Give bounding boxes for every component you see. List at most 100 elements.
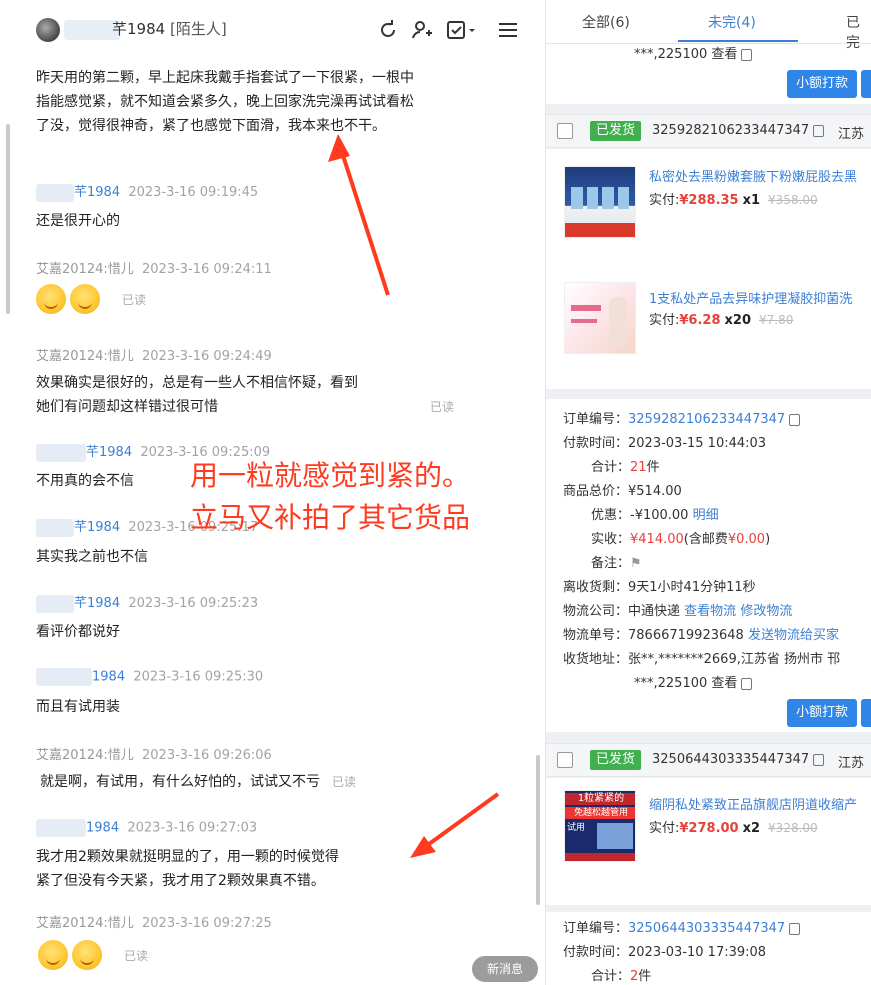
send-logistics-link[interactable]: 发送物流给买家 — [748, 628, 839, 643]
message-time: 2023-3-16 09:25:30 — [133, 669, 264, 685]
order-checkbox[interactable] — [557, 123, 573, 139]
more-button[interactable] — [861, 70, 871, 98]
product-thumbnail[interactable]: 1粒紧紧的 免越松越管用 试用 — [564, 790, 636, 862]
chat-header: 芊1984 [陌生人] — [0, 0, 545, 62]
message-meta: 艾嘉20124:惜儿 2023-3-16 09:26:06 — [36, 744, 272, 763]
product-thumbnail[interactable] — [564, 166, 636, 238]
sender-name: 芊1984 — [74, 596, 121, 611]
copy-icon[interactable] — [813, 753, 825, 766]
refresh-icon[interactable] — [376, 18, 400, 42]
emoji-message: 已读 — [36, 284, 146, 314]
sender-name: 芊1984 — [74, 185, 121, 200]
order-city: 江苏 — [838, 127, 865, 142]
message-time: 2023-3-16 09:19:45 — [128, 185, 259, 200]
message-meta: 艾嘉20124:惜儿 2023-3-16 09:24:11 — [36, 258, 272, 277]
copy-icon[interactable] — [741, 677, 753, 690]
tab-unfinished[interactable]: 未完(4) — [708, 12, 756, 32]
remark: 备注：⚑ — [591, 556, 642, 571]
more-button[interactable] — [861, 699, 871, 727]
message-text: 而且有试用装 — [36, 699, 120, 715]
annotation-text: 立马又补拍了其它货品 — [190, 501, 471, 534]
discount: 优惠：-¥100.00 明细 — [591, 508, 719, 523]
order-products: 1粒紧紧的 免越松越管用 试用 缩阴私处紧致正品旗舰店阴道收缩产 实付:¥278… — [546, 778, 871, 905]
product-thumbnail[interactable] — [564, 282, 636, 354]
tab-finished[interactable]: 已完 — [846, 12, 871, 52]
copy-icon[interactable] — [813, 124, 825, 137]
edit-logistics-link[interactable]: 修改物流 — [740, 604, 792, 619]
contact-name: 芊1984 — [112, 20, 166, 38]
order-number: 3250644303335447347 — [652, 752, 825, 767]
product-name[interactable]: 缩阴私处紧致正品旗舰店阴道收缩产 — [649, 794, 871, 813]
orders-panel: ***,225100 查看 小额打款 已发货 32592821062334473… — [545, 0, 871, 985]
sender-name: 1984 — [92, 669, 126, 685]
message-text: 就是啊，有试用，有什么好怕的，试试又不亏 已读 — [40, 774, 357, 790]
tab-underline — [678, 40, 798, 42]
read-status: 已读 — [122, 292, 147, 307]
contact-tag: [陌生人] — [169, 20, 227, 38]
message-time: 2023-3-16 09:27:25 — [142, 916, 272, 931]
copy-icon[interactable] — [789, 413, 801, 426]
checklist-dropdown-icon[interactable] — [445, 18, 479, 42]
grin-emoji-icon — [72, 940, 102, 970]
message-time: 2023-3-16 09:24:49 — [142, 349, 272, 364]
tab-all[interactable]: 全部(6) — [582, 12, 630, 32]
flag-icon[interactable]: ⚑ — [630, 556, 642, 571]
address: 收货地址：张**,*******2669,江苏省 扬州市 邗 — [563, 652, 841, 667]
smile-emoji-icon — [36, 284, 66, 314]
thumbnail-text: 1粒紧紧的 — [565, 793, 635, 805]
avatar[interactable] — [36, 18, 60, 42]
order-checkbox[interactable] — [557, 752, 573, 768]
new-message-button[interactable]: 新消息 — [472, 956, 538, 982]
tracking: 物流单号：78666719923648 发送物流给买家 — [563, 628, 839, 643]
message-line: 紧了但没有今天紧，我才用了2颗效果真不错。 — [36, 873, 325, 889]
message-line: 她们有问题却这样错过很可惜 — [36, 399, 218, 415]
sender-name: 艾嘉20124:惜儿 — [36, 349, 134, 364]
order-header: 已发货 3259282106233447347 江苏 — [546, 114, 871, 148]
sender-name: 1984 — [86, 820, 120, 836]
message-line: 效果确实是很好的，总是有一些人不相信怀疑，看到 — [36, 375, 358, 391]
countdown: 离收货剩：9天1小时41分钟11秒 — [563, 580, 756, 595]
grin-emoji-icon — [38, 940, 68, 970]
menu-icon[interactable] — [496, 18, 520, 42]
sender-name: 艾嘉20124:惜儿 — [36, 916, 134, 931]
emoji-message: 已读 — [38, 940, 148, 970]
scrollbar[interactable] — [6, 124, 10, 314]
address-tail: ***,225100 查看 — [634, 46, 753, 64]
logistics: 物流公司：中通快递 查看物流 修改物流 — [563, 604, 793, 619]
message-text: 看评价都说好 — [36, 624, 120, 640]
small-payment-button[interactable]: 小额打款 — [787, 70, 857, 98]
product-price: 实付:¥288.35 x1 ¥358.00 — [649, 193, 818, 208]
product-image — [571, 187, 629, 209]
smile-emoji-icon — [70, 284, 100, 314]
order-number-row: 订单编号：3250644303335447347 — [563, 920, 801, 938]
goods-total: 商品总价：¥514.00 — [563, 484, 682, 499]
copy-icon[interactable] — [789, 922, 801, 935]
message-text: 还是很开心的 — [36, 213, 120, 229]
thumbnail-text: 试用 — [567, 823, 586, 833]
thumbnail-text: 免越松越管用 — [565, 807, 635, 819]
copy-icon[interactable] — [741, 48, 753, 61]
chat-title: 芊1984 [陌生人] — [112, 18, 227, 39]
view-logistics-link[interactable]: 查看物流 — [684, 604, 736, 619]
order-details: 订单编号：3250644303335447347 付款时间：2023-03-10… — [546, 912, 871, 985]
message-text: 我才用2颗效果就挺明显的了，用一颗的时候觉得 紧了但没有今天紧，我才用了2颗效果… — [36, 845, 436, 893]
read-status: 已读 — [430, 400, 455, 414]
order-tabs: 全部(6) 未完(4) 已完 — [546, 0, 871, 51]
paid-amount: 实收：¥414.00(含邮费¥0.00) — [591, 532, 771, 547]
discount-detail-link[interactable]: 明细 — [693, 508, 719, 523]
message-meta: 芊1984 2023-3-16 09:25:23 — [36, 592, 258, 613]
pay-time: 付款时间：2023-03-10 17:39:08 — [563, 945, 767, 960]
message-time: 2023-3-16 09:27:03 — [127, 820, 258, 836]
scrollbar[interactable] — [536, 755, 540, 905]
message-text: 效果确实是很好的，总是有一些人不相信怀疑，看到 她们有问题却这样错过很可惜 — [36, 371, 436, 419]
read-status: 已读 — [332, 775, 357, 789]
order-header: 已发货 3250644303335447347 江苏 — [546, 743, 871, 777]
chat-panel: 芊1984 [陌生人] 昨天用的第二颗，早上起床我戴手指套试了一下很紧，一根中指… — [0, 0, 545, 985]
product-name[interactable]: 私密处去黑粉嫩套腋下粉嫩屁股去黑 — [649, 166, 871, 185]
add-user-icon[interactable] — [410, 18, 434, 42]
message-time: 2023-3-16 09:25:23 — [128, 596, 259, 611]
status-badge: 已发货 — [590, 121, 642, 141]
product-name[interactable]: 1支私处产品去异味护理凝胶抑菌洗 — [649, 288, 871, 307]
small-payment-button[interactable]: 小额打款 — [787, 699, 857, 727]
address-tail: ***,225100 查看 — [634, 675, 753, 693]
